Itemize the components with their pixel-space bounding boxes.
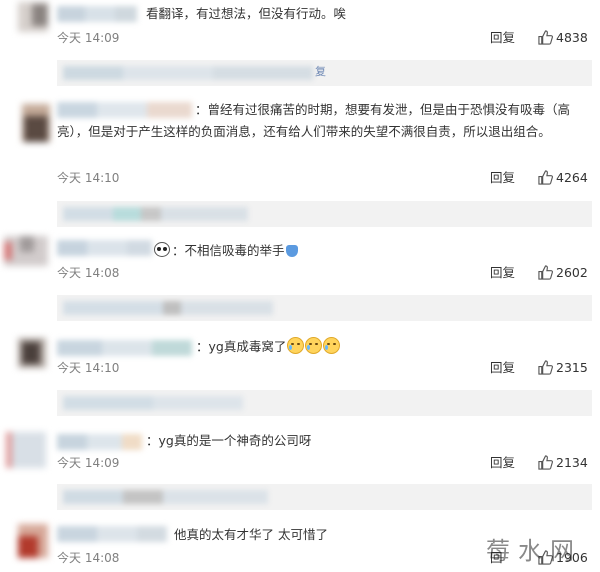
crying-face-emoji: [323, 337, 341, 354]
sub-reply-blurred: [63, 396, 243, 410]
avatar[interactable]: [22, 104, 50, 142]
like-button[interactable]: 4838: [538, 30, 588, 48]
comment-text-content: ：不相信吸毒的举手: [172, 243, 285, 258]
sub-reply-bar[interactable]: [57, 201, 592, 227]
sub-reply-blurred: [63, 490, 268, 504]
like-count: 2602: [556, 265, 588, 280]
avatar[interactable]: [18, 2, 48, 32]
comment-time: 今天 14:09: [57, 31, 120, 45]
comment-time: 今天 14:08: [57, 551, 120, 565]
comment-item: ：曾经有过很痛苦的时期，想要有发泄，但是由于恐惧没有吸毒（高亮），但是对于产生这…: [0, 96, 600, 234]
like-count: 4838: [556, 30, 588, 45]
like-count: 2134: [556, 455, 588, 470]
comment-text: 他真的太有才华了 太可惜了: [174, 527, 328, 542]
sub-reply-bar[interactable]: [57, 390, 592, 416]
reply-button[interactable]: 回复: [490, 170, 515, 186]
comment-text: ：不相信吸毒的举手: [154, 240, 298, 262]
comment-text: ：yg真的是一个神奇的公司呀: [146, 433, 312, 448]
like-button[interactable]: 2315: [538, 360, 588, 378]
sub-reply-blurred: [63, 207, 248, 221]
comment-time: 今天 14:08: [57, 266, 120, 280]
like-button[interactable]: 2134: [538, 455, 588, 473]
username-blurred[interactable]: [57, 6, 137, 22]
username-blurred[interactable]: [57, 434, 142, 450]
username-blurred[interactable]: [57, 240, 152, 256]
reply-button[interactable]: 回复: [490, 360, 515, 376]
thumbs-up-icon: [538, 455, 553, 470]
username-blurred[interactable]: [57, 526, 167, 542]
comment-item: ：不相信吸毒的举手 今天 14:08 回复 2602: [0, 234, 600, 324]
comment-text: ：yg真成毒窝了: [196, 336, 341, 358]
thumbs-up-icon: [538, 170, 553, 185]
comment-time: 今天 14:09: [57, 456, 120, 470]
comment-item: 看翻译，有过想法，但没有行动。唉 今天 14:09 回复 4838 复: [0, 0, 600, 88]
comment-time: 今天 14:10: [57, 171, 120, 185]
comment-text-content: ：yg真成毒窝了: [196, 339, 287, 354]
sub-reply-text: 复: [315, 65, 326, 78]
panda-emoji: [154, 242, 170, 257]
reply-button[interactable]: 回复: [490, 455, 515, 471]
sub-reply-bar[interactable]: [57, 484, 592, 510]
sub-reply-blurred: [63, 66, 313, 80]
like-button[interactable]: 2602: [538, 265, 588, 283]
crying-face-emoji: [287, 337, 305, 354]
reply-button[interactable]: 回复: [490, 265, 515, 281]
thumbs-up-icon: [538, 30, 553, 45]
site-watermark: 莓水网: [486, 537, 582, 565]
avatar[interactable]: [18, 338, 46, 368]
comment-text: 看翻译，有过想法，但没有行动。唉: [146, 6, 347, 21]
comment-item: ：yg真成毒窝了 今天 14:10 回复 2315: [0, 324, 600, 420]
like-count: 2315: [556, 360, 588, 375]
comment-item: ：yg真的是一个神奇的公司呀 今天 14:09 回复 2134: [0, 420, 600, 516]
avatar[interactable]: [4, 236, 48, 266]
thumbs-up-icon: [538, 360, 553, 375]
comment-time: 今天 14:10: [57, 361, 120, 375]
sub-reply-blurred: [63, 301, 273, 315]
raise-hand-emoji: [285, 245, 298, 257]
avatar[interactable]: [6, 432, 46, 468]
reply-button[interactable]: 回复: [490, 30, 515, 46]
sub-reply-bar[interactable]: [57, 295, 592, 321]
username-blurred[interactable]: [57, 340, 192, 356]
crying-face-emoji: [305, 337, 323, 354]
like-count: 4264: [556, 170, 588, 185]
comment-text: ：曾经有过很痛苦的时期，想要有发泄，但是由于恐惧没有吸毒（高亮），但是对于产生这…: [57, 102, 571, 139]
avatar[interactable]: [18, 524, 48, 558]
sub-reply-bar[interactable]: 复: [57, 60, 592, 86]
thumbs-up-icon: [538, 265, 553, 280]
like-button[interactable]: 4264: [538, 170, 588, 188]
